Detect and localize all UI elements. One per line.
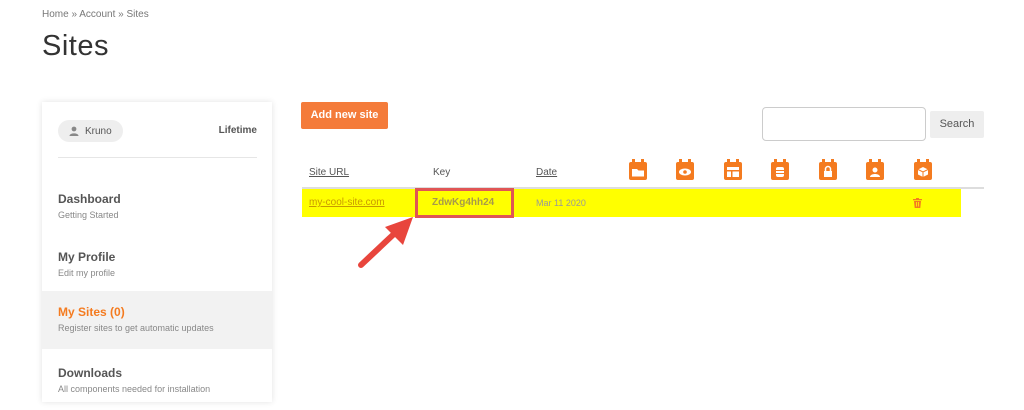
account-sidebar: Kruno Lifetime Dashboard Getting Started… <box>42 102 272 402</box>
sidebar-item-title: Dashboard <box>58 192 121 206</box>
folder-calendar-icon <box>629 159 647 180</box>
column-header-site-url[interactable]: Site URL <box>309 167 349 178</box>
sidebar-item-subtitle: Getting Started <box>58 210 119 220</box>
column-header-date[interactable]: Date <box>536 167 557 178</box>
sidebar-item-my-sites[interactable]: My Sites (0) Register sites to get autom… <box>42 291 272 349</box>
site-key: ZdwKg4hh24 <box>432 197 495 208</box>
trash-icon[interactable] <box>913 198 922 208</box>
annotation-arrow-icon <box>358 217 413 268</box>
layout-calendar-icon <box>724 159 742 180</box>
add-new-site-button[interactable]: Add new site <box>301 102 388 129</box>
database-calendar-icon <box>771 159 789 180</box>
lock-calendar-icon <box>819 159 837 180</box>
user-calendar-icon <box>866 159 884 180</box>
user-pill[interactable]: Kruno <box>58 120 123 142</box>
plan-label: Lifetime <box>218 125 257 136</box>
breadcrumb: Home » Account » Sites <box>42 9 149 20</box>
sidebar-item-title: Downloads <box>58 366 123 380</box>
user-icon <box>69 126 79 136</box>
site-date: Mar 11 2020 <box>536 198 586 208</box>
sidebar-item-subtitle: All components needed for installation <box>58 384 211 394</box>
sidebar-item-subtitle: Edit my profile <box>58 268 116 278</box>
user-name: Kruno <box>85 125 112 137</box>
sidebar-item-my-profile[interactable]: My Profile Edit my profile <box>42 236 272 294</box>
sidebar-item-subtitle: Register sites to get automatic updates <box>58 323 214 333</box>
sidebar-item-title: My Sites (0) <box>58 305 125 319</box>
sidebar-item-dashboard[interactable]: Dashboard Getting Started <box>42 178 272 236</box>
sidebar-item-title: My Profile <box>58 250 116 264</box>
eye-calendar-icon <box>676 159 694 180</box>
site-url-link[interactable]: my-cool-site.com <box>309 197 385 208</box>
column-header-key: Key <box>433 167 451 178</box>
user-row: Kruno Lifetime <box>58 120 257 158</box>
search-input[interactable] <box>762 107 926 141</box>
page-title: Sites <box>42 30 109 62</box>
box-calendar-icon <box>914 159 932 180</box>
sidebar-item-downloads[interactable]: Downloads All components needed for inst… <box>42 352 272 410</box>
search-button[interactable]: Search <box>930 111 984 138</box>
